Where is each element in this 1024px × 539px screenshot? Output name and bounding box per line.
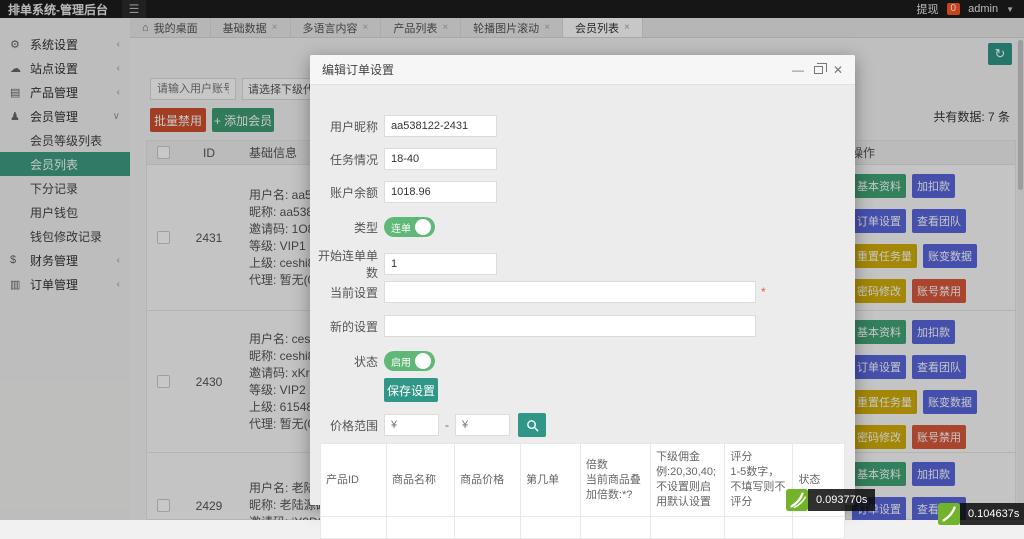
product-table-header: 商品价格 — [454, 443, 522, 517]
nickname-input[interactable] — [384, 115, 497, 137]
price-max-input[interactable] — [455, 414, 510, 436]
search-button[interactable] — [518, 413, 546, 437]
field-label-price-range: 价格范围 — [329, 418, 378, 433]
type-toggle-label: 连单 — [391, 223, 411, 235]
modal-title: 编辑订单设置 — [322, 63, 395, 77]
status-toggle[interactable]: 启用 — [384, 351, 435, 371]
product-table-header: 第几单 — [520, 443, 581, 517]
product-table-header: 下级佣金 例:20,30,40; 不设置则启用默认设置 — [650, 443, 726, 517]
product-table-header: 产品ID — [319, 443, 388, 517]
trace-badge-1[interactable]: 0.093770s — [786, 489, 876, 511]
product-table-header: 商品名称 — [386, 443, 456, 517]
product-table-header: 评分 1-5数字，不填写则不评分 — [724, 443, 794, 517]
trace-time: 0.093770s — [808, 489, 876, 511]
minimize-icon[interactable]: — — [792, 64, 804, 76]
field-label-start-count: 开始连单单数 — [317, 249, 378, 280]
field-label-nickname: 用户昵称 — [329, 119, 378, 134]
maximize-icon[interactable] — [813, 62, 827, 74]
field-label-balance: 账户余额 — [329, 185, 378, 200]
trace-badge-2[interactable]: 0.104637s — [938, 503, 1024, 525]
magnifier-icon — [526, 419, 539, 432]
trace-logo-icon — [786, 489, 808, 511]
toggle-knob — [415, 219, 431, 235]
task-status-input[interactable] — [384, 148, 497, 170]
field-label-task-status: 任务情况 — [329, 152, 378, 167]
modal-title-bar[interactable]: 编辑订单设置 — ✕ — [310, 55, 855, 85]
new-setting-input[interactable] — [384, 315, 756, 337]
save-settings-button[interactable]: 保存设置 — [384, 378, 438, 402]
modal-body: 用户昵称 任务情况 账户余额 类型 连单 开始连单单数 当前设置 * 新的设置 — [310, 85, 855, 539]
balance-input[interactable] — [384, 181, 497, 203]
toggle-knob — [415, 353, 431, 369]
field-label-current-setting: 当前设置 — [329, 285, 378, 300]
field-label-status: 状态 — [353, 354, 378, 369]
field-label-type: 类型 — [353, 220, 378, 235]
price-range-separator: - — [445, 418, 449, 432]
edit-order-settings-modal: 编辑订单设置 — ✕ 用户昵称 任务情况 账户余额 类型 连单 开始连单单数 — [310, 55, 855, 539]
product-table-header: 倍数 当前商品叠加倍数:*? — [579, 443, 652, 517]
current-setting-input[interactable] — [384, 281, 756, 303]
trace-time: 0.104637s — [960, 503, 1024, 525]
required-asterisk: * — [761, 285, 766, 299]
product-settings-table: 产品ID 商品名称 商品价格 第几单 倍数 当前商品叠加倍数:*? 下级佣金 例:20,3… — [319, 443, 845, 539]
status-toggle-label: 启用 — [391, 357, 411, 369]
start-count-input[interactable] — [384, 253, 497, 275]
price-min-input[interactable] — [384, 414, 439, 436]
type-toggle[interactable]: 连单 — [384, 217, 435, 237]
close-icon[interactable]: ✕ — [833, 64, 843, 76]
trace-logo-icon — [938, 503, 960, 525]
field-label-new-setting: 新的设置 — [329, 319, 378, 334]
